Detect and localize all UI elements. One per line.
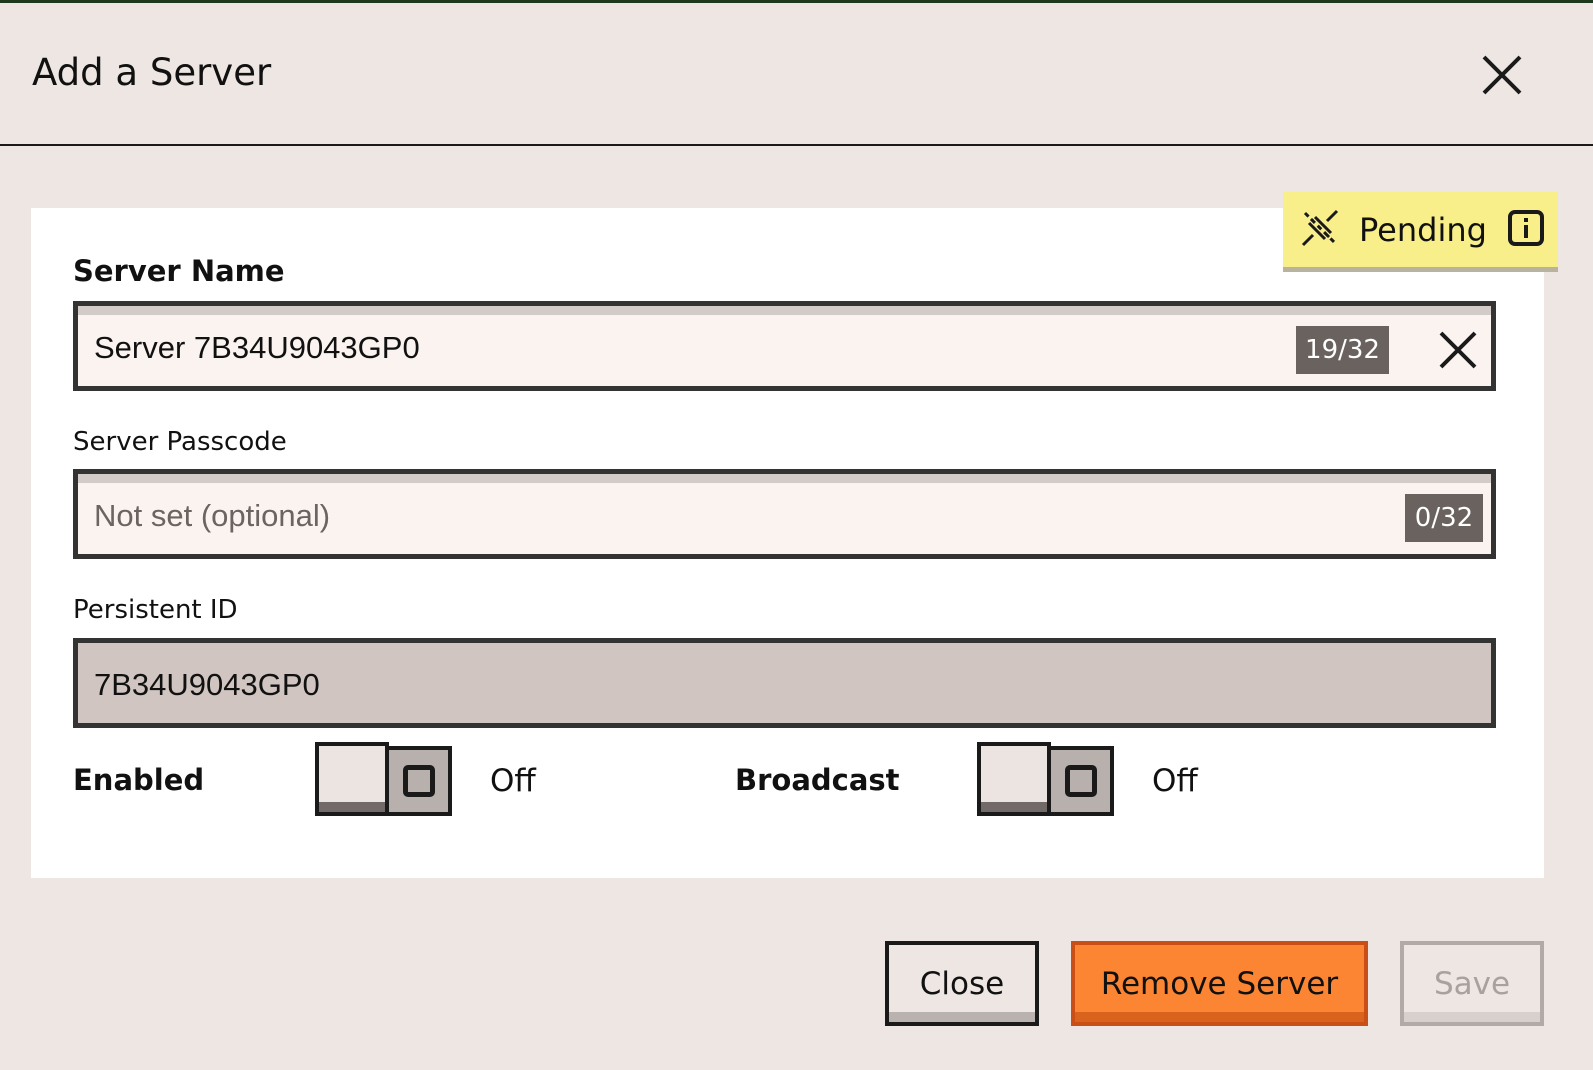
persistent-id-field: 7B34U9043GP0 [73,638,1496,728]
dialog-header: Add a Server [0,3,1593,146]
toggle-off-icon [1065,765,1097,797]
disconnected-plug-icon [1299,207,1341,253]
close-icon[interactable] [1480,53,1524,97]
broadcast-toggle-knob [977,742,1051,816]
enabled-toggle[interactable] [315,742,452,816]
persistent-id-label: Persistent ID [73,595,238,625]
status-label: Pending [1359,210,1487,249]
dialog-title: Add a Server [32,51,272,94]
server-passcode-input[interactable] [94,488,1274,544]
server-name-input[interactable] [94,320,1274,376]
server-passcode-field: 0/32 [73,469,1496,559]
enabled-label: Enabled [73,763,205,797]
broadcast-label: Broadcast [735,763,900,797]
server-name-counter: 19/32 [1296,326,1389,374]
toggle-off-icon [403,765,435,797]
persistent-id-value: 7B34U9043GP0 [94,667,320,702]
save-button[interactable]: Save [1400,941,1544,1026]
close-button[interactable]: Close [885,941,1039,1026]
remove-server-button[interactable]: Remove Server [1071,941,1368,1026]
info-icon[interactable] [1507,209,1545,251]
server-passcode-counter: 0/32 [1405,494,1483,542]
server-passcode-label: Server Passcode [73,427,287,457]
clear-icon[interactable] [1438,330,1478,370]
broadcast-state: Off [1152,763,1198,799]
enabled-state: Off [490,763,536,799]
status-badge: Pending [1283,192,1558,267]
server-name-label: Server Name [73,254,285,288]
enabled-toggle-knob [315,742,389,816]
server-name-field: 19/32 [73,301,1496,391]
broadcast-toggle[interactable] [977,742,1114,816]
